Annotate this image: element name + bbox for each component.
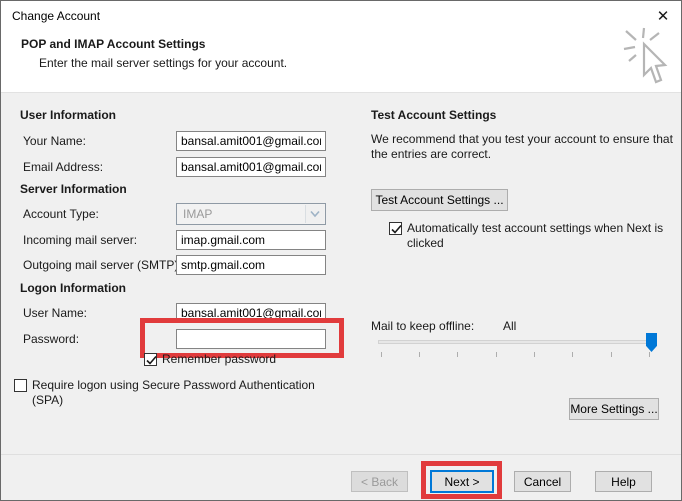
user-name-field[interactable] [176, 303, 326, 323]
incoming-server-label: Incoming mail server: [23, 233, 137, 247]
your-name-field[interactable] [176, 131, 326, 151]
close-icon[interactable]: ✕ [649, 4, 677, 28]
auto-test-checkbox[interactable] [389, 222, 402, 235]
more-settings-button[interactable]: More Settings ... [569, 398, 659, 420]
your-name-label: Your Name: [23, 134, 86, 148]
slider-tick [611, 352, 612, 357]
change-account-dialog: Change Account ✕ POP and IMAP Account Se… [0, 0, 682, 501]
slider-tick [457, 352, 458, 357]
cancel-button[interactable]: Cancel [514, 471, 571, 492]
password-label: Password: [23, 332, 79, 346]
slider-tick [381, 352, 382, 357]
remember-password-checkbox[interactable] [144, 353, 157, 366]
section-logon-information: Logon Information [20, 281, 126, 295]
outgoing-server-label: Outgoing mail server (SMTP): [23, 258, 182, 272]
password-field[interactable] [176, 329, 326, 349]
offline-mail-slider-thumb[interactable] [646, 333, 657, 352]
chevron-down-icon [305, 205, 324, 223]
test-account-description: We recommend that you test your account … [371, 132, 682, 162]
section-test-account-settings: Test Account Settings [371, 108, 496, 122]
back-button: < Back [351, 471, 408, 492]
slider-tick [649, 352, 650, 357]
email-address-field[interactable] [176, 157, 326, 177]
offline-mail-slider-track[interactable] [378, 340, 655, 344]
slider-tick [534, 352, 535, 357]
help-button[interactable]: Help [595, 471, 652, 492]
checkmark-icon [390, 223, 403, 236]
page-subtitle: Enter the mail server settings for your … [39, 56, 287, 70]
email-address-label: Email Address: [23, 160, 103, 174]
mouse-click-cursor-icon [621, 27, 673, 89]
account-type-dropdown: IMAP [176, 203, 326, 225]
require-spa-label: Require logon using Secure Password Auth… [32, 378, 342, 408]
require-spa-checkbox[interactable] [14, 379, 27, 392]
page-title: POP and IMAP Account Settings [21, 37, 205, 51]
slider-tick [496, 352, 497, 357]
auto-test-label: Automatically test account settings when… [407, 221, 669, 251]
slider-tick [572, 352, 573, 357]
account-type-label: Account Type: [23, 207, 99, 221]
window-title: Change Account [12, 9, 100, 23]
remember-password-label: Remember password [162, 352, 276, 366]
section-user-information: User Information [20, 108, 116, 122]
user-name-label: User Name: [23, 306, 87, 320]
checkmark-icon [145, 354, 158, 367]
section-server-information: Server Information [20, 182, 127, 196]
mail-offline-label: Mail to keep offline: [371, 319, 474, 333]
account-type-value: IMAP [183, 207, 212, 221]
incoming-server-field[interactable] [176, 230, 326, 250]
next-button[interactable]: Next > [430, 470, 494, 493]
mail-offline-value: All [503, 319, 516, 333]
outgoing-server-field[interactable] [176, 255, 326, 275]
footer-divider [1, 454, 681, 455]
test-account-settings-button[interactable]: Test Account Settings ... [371, 189, 508, 211]
slider-tick [419, 352, 420, 357]
